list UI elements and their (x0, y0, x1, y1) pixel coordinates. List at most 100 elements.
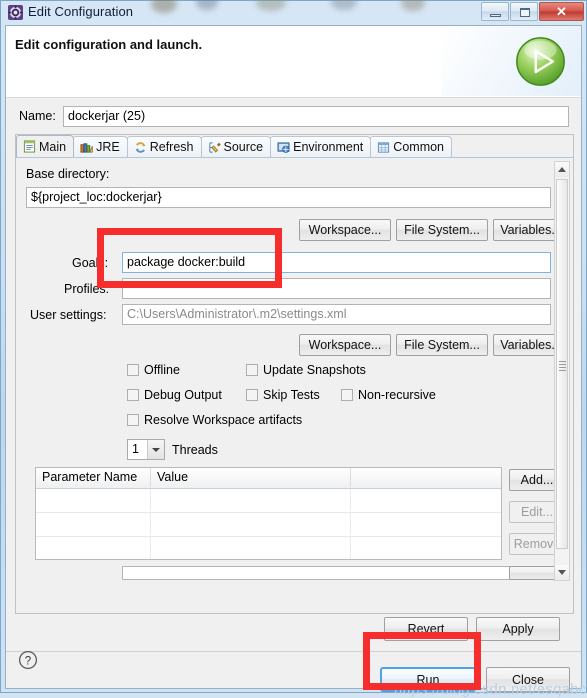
window-title: Edit Configuration (28, 4, 134, 19)
window-controls: ✕ (480, 2, 584, 22)
checkbox-skip-tests[interactable]: Skip Tests (246, 388, 320, 402)
checkbox-non-recursive[interactable]: Non-recursive (341, 388, 436, 402)
cell-spacer (351, 537, 501, 559)
scroll-down-arrow-icon[interactable] (555, 565, 569, 580)
user-settings-input[interactable]: C:\Users\Administrator\.m2\settings.xml (122, 304, 551, 325)
watermark: https://blog.csdn.net/esqabc (394, 681, 587, 698)
threads-value: 1 (132, 442, 139, 456)
resolve-workspace-artifacts-checkbox-box (127, 414, 139, 426)
main-document-icon (23, 140, 36, 153)
revert-button[interactable]: Revert (384, 617, 468, 641)
chevron-down-icon (147, 440, 164, 459)
green-play-icon (516, 37, 565, 86)
base-directory-input[interactable]: ${project_loc:dockerjar} (26, 187, 551, 208)
tab-refresh[interactable]: Refresh (126, 136, 202, 157)
offline-label: Offline (144, 363, 180, 377)
apply-button[interactable]: Apply (476, 617, 560, 641)
cell-value (151, 513, 351, 535)
checkbox-resolve-workspace-artifacts[interactable]: Resolve Workspace artifacts (127, 413, 302, 427)
common-table-icon (378, 141, 390, 153)
base-workspace-button[interactable]: Workspace... (299, 219, 391, 241)
non-recursive-checkbox-box (341, 389, 353, 401)
column-value: Value (151, 468, 351, 487)
threads-dropdown[interactable]: 1 (127, 439, 165, 460)
debug-output-checkbox-box (127, 389, 139, 401)
base-filesystem-button[interactable]: File System... (396, 219, 488, 241)
footer-divider (6, 651, 581, 652)
environment-icon (277, 141, 290, 153)
offline-checkbox-box (127, 364, 139, 376)
update-snapshots-label: Update Snapshots (263, 363, 366, 377)
refresh-arrows-icon (135, 141, 146, 153)
tab-strip: Main JRE Refresh Source Environment Comm… (16, 135, 573, 158)
main-tab-pane: Base directory: ${project_loc:dockerjar}… (17, 157, 572, 613)
minimize-button[interactable] (481, 2, 509, 21)
name-input[interactable]: dockerjar (25) (63, 106, 569, 127)
tab-folder: Main JRE Refresh Source Environment Comm… (15, 134, 574, 614)
cell-value (151, 537, 351, 559)
parameters-table[interactable]: Parameter Name Value (35, 467, 502, 560)
window-frame: Edit Configuration ✕ Edit configuration … (0, 0, 587, 698)
tab-main-label: Main (39, 139, 67, 154)
tab-environment[interactable]: Environment (270, 136, 372, 157)
configuration-gear-icon (8, 5, 23, 20)
dialog-header: Edit configuration and launch. (6, 26, 581, 98)
non-recursive-label: Non-recursive (358, 388, 436, 402)
cell-value (151, 489, 351, 511)
jre-library-icon (80, 142, 93, 153)
tab-jre-label: JRE (96, 140, 120, 154)
profiles-input[interactable] (122, 278, 551, 299)
clipped-next-input[interactable] (122, 566, 551, 580)
help-question-icon[interactable]: ? (18, 650, 38, 670)
checkbox-update-snapshots[interactable]: Update Snapshots (246, 363, 366, 377)
profiles-label: Profiles: (64, 282, 110, 296)
settings-workspace-button[interactable]: Workspace... (299, 334, 391, 356)
close-button[interactable]: ✕ (539, 2, 584, 21)
user-settings-label: User settings: (30, 308, 107, 322)
tab-refresh-label: Refresh (149, 140, 194, 154)
column-parameter-name: Parameter Name (36, 468, 151, 487)
tab-source[interactable]: Source (200, 136, 272, 157)
name-row: Name: dockerjar (25) (15, 106, 571, 128)
cell-spacer (351, 513, 501, 535)
name-label: Name: (19, 109, 56, 123)
scrollbar-thumb[interactable] (556, 179, 568, 549)
cell-spacer (351, 489, 501, 511)
page-title: Edit configuration and launch. (15, 37, 203, 52)
table-row[interactable] (36, 489, 501, 513)
cell-parameter-name (36, 489, 151, 511)
table-row[interactable] (36, 513, 501, 537)
base-directory-label: Base directory: (26, 167, 110, 181)
settings-filesystem-button[interactable]: File System... (396, 334, 488, 356)
goals-input[interactable]: package docker:build (122, 252, 551, 273)
threads-label: Threads (172, 443, 218, 457)
checkbox-offline[interactable]: Offline (127, 363, 180, 377)
tab-common[interactable]: Common (370, 136, 453, 157)
source-edit-icon (208, 141, 221, 153)
cell-parameter-name (36, 537, 151, 559)
update-snapshots-checkbox-box (246, 364, 258, 376)
edit-configuration-dialog: Edit Configuration ✕ Edit configuration … (0, 0, 587, 698)
close-icon: ✕ (556, 3, 567, 19)
checkbox-debug-output[interactable]: Debug Output (127, 388, 222, 402)
table-header-row: Parameter Name Value (36, 468, 501, 489)
dialog-body: Edit configuration and launch. Name: doc… (5, 25, 586, 698)
tab-source-label: Source (223, 140, 264, 154)
vertical-scrollbar[interactable] (554, 161, 570, 581)
tab-common-label: Common (393, 140, 445, 154)
resolve-workspace-artifacts-label: Resolve Workspace artifacts (144, 413, 303, 427)
title-bar: Edit Configuration ✕ (1, 0, 586, 24)
debug-output-label: Debug Output (144, 388, 222, 402)
table-row[interactable] (36, 537, 501, 560)
cell-parameter-name (36, 513, 151, 535)
svg-text:?: ? (25, 656, 31, 668)
maximize-button[interactable] (510, 2, 538, 21)
column-spacer (351, 468, 501, 487)
goals-label: Goals: (72, 256, 109, 270)
scroll-up-arrow-icon[interactable] (555, 162, 569, 177)
skip-tests-label: Skip Tests (263, 388, 320, 402)
skip-tests-checkbox-box (246, 389, 258, 401)
tab-jre[interactable]: JRE (73, 136, 128, 157)
tab-environment-label: Environment (293, 140, 364, 154)
tab-main[interactable]: Main (16, 135, 75, 157)
